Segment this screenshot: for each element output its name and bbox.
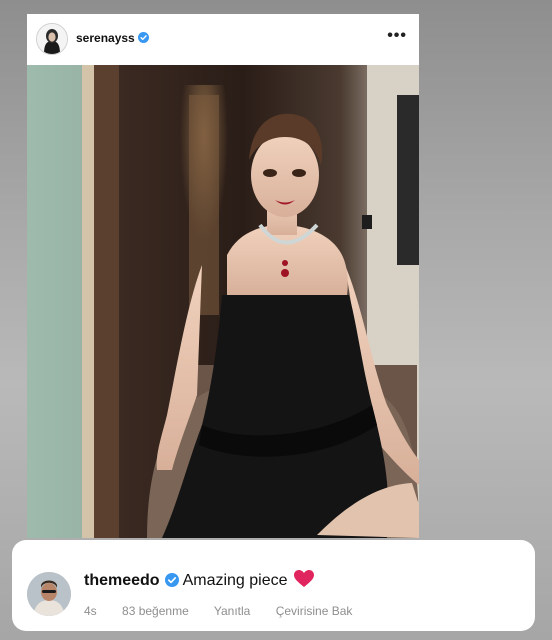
post-author-username[interactable]: serenayss bbox=[76, 31, 149, 45]
post-username-text[interactable]: serenayss bbox=[76, 31, 135, 45]
more-options-button[interactable]: ••• bbox=[387, 27, 407, 44]
red-heart-icon bbox=[293, 570, 314, 587]
post-header: serenayss ••• bbox=[27, 14, 419, 64]
more-horizontal-icon: ••• bbox=[387, 27, 407, 44]
post-photo-image bbox=[27, 65, 419, 538]
reply-text-line: themeedo Amazing piece bbox=[84, 570, 314, 590]
post-author-avatar[interactable] bbox=[36, 23, 68, 55]
verified-badge-icon bbox=[137, 32, 149, 43]
post-photo[interactable] bbox=[27, 65, 419, 538]
reply-comment-text: Amazing piece bbox=[182, 572, 288, 589]
verified-badge-icon bbox=[164, 573, 179, 587]
reply-button[interactable]: Yanıtla bbox=[214, 604, 250, 618]
shared-post-card[interactable]: serenayss ••• bbox=[27, 14, 419, 538]
reply-username[interactable]: themeedo bbox=[84, 572, 160, 589]
reply-like-count[interactable]: 83 beğenme bbox=[122, 604, 189, 618]
reply-meta-row: 4s 83 beğenme Yanıtla Çevirisine Bak bbox=[84, 604, 374, 618]
reply-comment-card: themeedo Amazing piece 4s 83 beğenme Yanı… bbox=[12, 540, 535, 631]
reply-timestamp: 4s bbox=[84, 604, 97, 618]
see-translation-button[interactable]: Çevirisine Bak bbox=[276, 604, 353, 618]
reply-author-avatar[interactable] bbox=[27, 572, 71, 616]
